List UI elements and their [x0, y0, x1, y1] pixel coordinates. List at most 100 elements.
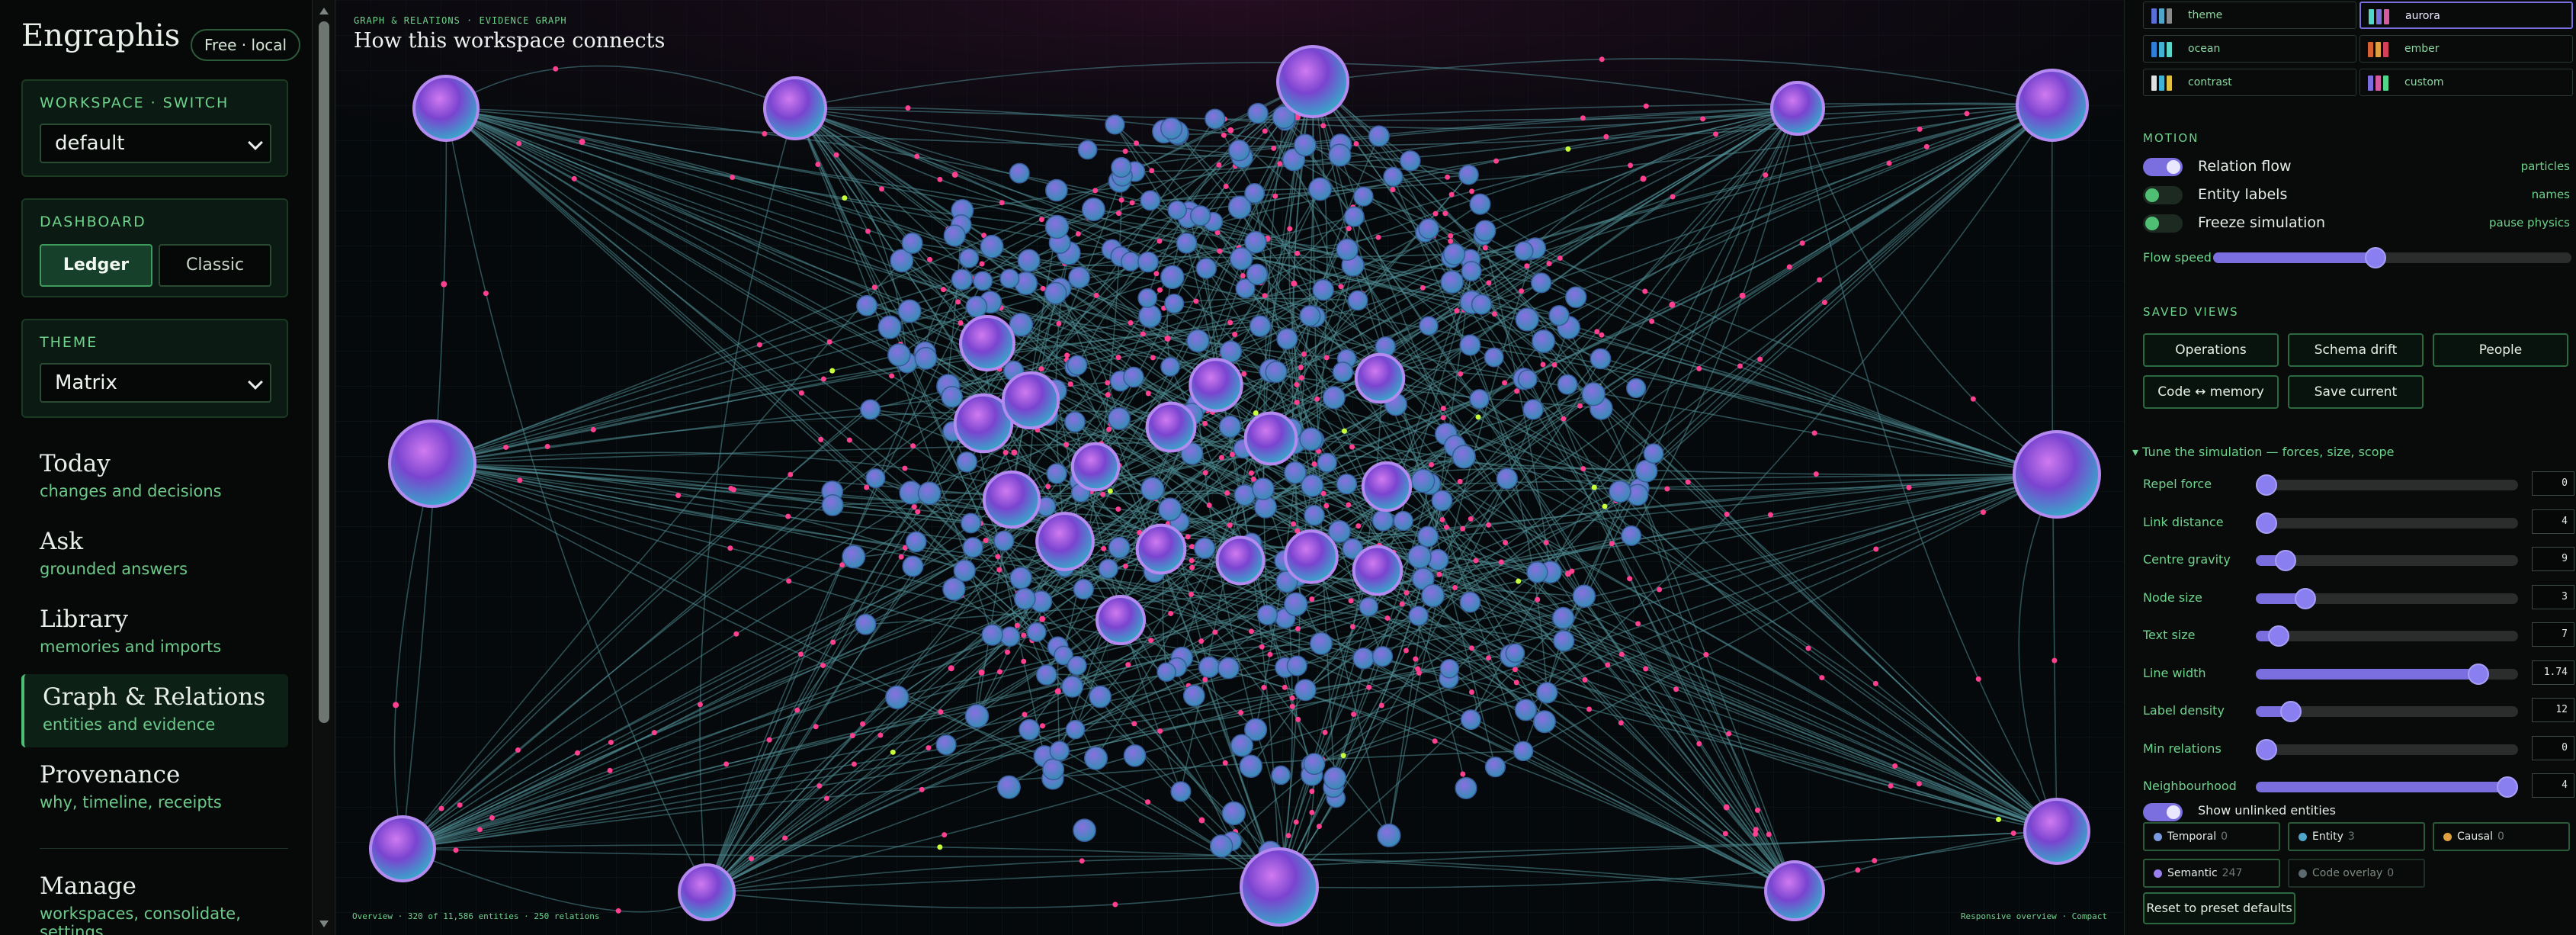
entity-node-large[interactable]	[982, 470, 1041, 529]
entity-node[interactable]	[1323, 766, 1347, 790]
text-size-handle[interactable]	[2268, 625, 2289, 647]
nav-library[interactable]: Library memories and imports	[21, 596, 288, 670]
hub-node[interactable]	[763, 76, 827, 140]
entity-node[interactable]	[973, 271, 993, 291]
entity-node[interactable]	[1239, 754, 1263, 779]
scroll-down-icon[interactable]	[319, 921, 329, 927]
entity-node[interactable]	[1343, 206, 1365, 227]
entity-node[interactable]	[1359, 596, 1379, 617]
palette-aurora[interactable]: aurora	[2359, 2, 2573, 29]
entity-node[interactable]	[1244, 183, 1266, 204]
entity-node[interactable]	[1073, 579, 1094, 600]
neighbourhood-handle[interactable]	[2497, 776, 2518, 798]
entity-node[interactable]	[1137, 251, 1159, 273]
entity-node[interactable]	[1458, 164, 1479, 185]
tune-simulation-toggle[interactable]: ▾ Tune the simulation — forces, size, sc…	[2132, 445, 2395, 459]
line-width-value-input[interactable]: 1.74	[2532, 660, 2574, 685]
entity-node[interactable]	[1474, 220, 1497, 242]
entity-node[interactable]	[1081, 198, 1105, 222]
entity-node[interactable]	[935, 734, 957, 756]
entity-node[interactable]	[1284, 592, 1308, 617]
entity-node[interactable]	[1123, 366, 1144, 388]
entity-node[interactable]	[1140, 477, 1165, 501]
entity-node-large[interactable]	[1001, 371, 1060, 430]
entity-node[interactable]	[993, 530, 1015, 551]
entity-node[interactable]	[1186, 329, 1210, 353]
entity-node[interactable]	[1301, 474, 1324, 497]
entity-node[interactable]	[1182, 684, 1205, 707]
entity-node[interactable]	[1067, 655, 1087, 676]
entity-node[interactable]	[1383, 166, 1403, 187]
entity-node[interactable]	[917, 481, 942, 506]
entity-node[interactable]	[1609, 480, 1631, 503]
show-unlinked-toggle[interactable]	[2143, 803, 2183, 821]
entity-node[interactable]	[1111, 156, 1132, 178]
entity-node[interactable]	[1336, 238, 1359, 262]
entity-node[interactable]	[1336, 473, 1358, 495]
entity-node[interactable]	[980, 234, 1004, 259]
entity-node[interactable]	[1310, 631, 1333, 655]
entity-node[interactable]	[1221, 801, 1246, 826]
entity-node[interactable]	[999, 268, 1020, 289]
hub-node[interactable]	[412, 75, 480, 142]
entity-node[interactable]	[1303, 753, 1326, 776]
entity-node[interactable]	[1013, 587, 1036, 610]
freeze-simulation-toggle[interactable]	[2143, 214, 2183, 233]
entity-node[interactable]	[1455, 776, 1477, 799]
entity-node[interactable]	[1328, 143, 1352, 167]
entity-node[interactable]	[1322, 386, 1346, 410]
entity-node[interactable]	[1230, 734, 1253, 757]
link-distance-slider[interactable]	[2256, 512, 2518, 534]
palette-custom[interactable]: custom	[2359, 69, 2573, 96]
label-density-value-input[interactable]: 12	[2532, 698, 2574, 722]
entity-node-large[interactable]	[1243, 411, 1298, 466]
entity-node[interactable]	[1531, 272, 1552, 294]
entity-node[interactable]	[1431, 490, 1453, 512]
label-density-handle[interactable]	[2280, 701, 2302, 722]
entity-node-large[interactable]	[1135, 523, 1187, 575]
hub-node[interactable]	[2016, 69, 2089, 142]
entity-node[interactable]	[1026, 622, 1047, 642]
entity-node[interactable]	[865, 468, 886, 489]
neighbourhood-value-input[interactable]: 4	[2532, 773, 2574, 798]
entity-node[interactable]	[1565, 286, 1587, 308]
entity-node[interactable]	[1513, 741, 1534, 762]
hub-node[interactable]	[2013, 430, 2101, 519]
entity-node[interactable]	[1299, 427, 1323, 451]
entity-node-large[interactable]	[1189, 358, 1243, 413]
view-operations-button[interactable]: Operations	[2143, 333, 2279, 367]
relation-flow-toggle[interactable]	[2143, 158, 2183, 176]
entity-node[interactable]	[1049, 741, 1070, 761]
entity-node[interactable]	[902, 555, 924, 577]
view-people-button[interactable]: People	[2433, 333, 2568, 367]
entity-node[interactable]	[1469, 389, 1490, 410]
entity-node[interactable]	[1484, 347, 1504, 368]
entity-node[interactable]	[1522, 399, 1544, 420]
hub-node[interactable]	[369, 815, 436, 882]
entity-node[interactable]	[856, 294, 878, 316]
entity-node[interactable]	[941, 385, 963, 408]
entity-node[interactable]	[1408, 606, 1429, 626]
entity-node[interactable]	[1515, 307, 1539, 332]
entity-node-large[interactable]	[1284, 529, 1339, 584]
entity-node[interactable]	[1469, 193, 1491, 215]
entity-node[interactable]	[1304, 504, 1325, 526]
entity-node-large[interactable]	[1354, 352, 1406, 404]
entity-node[interactable]	[1137, 288, 1158, 308]
hub-node[interactable]	[1276, 45, 1349, 118]
entity-node[interactable]	[1017, 249, 1041, 272]
entity-node[interactable]	[1484, 756, 1506, 778]
nav-manage[interactable]: Manage workspaces, consolidate, settings	[21, 863, 288, 935]
entity-node[interactable]	[1098, 558, 1118, 579]
entity-node[interactable]	[1046, 463, 1067, 484]
relation-type-semantic[interactable]: Semantic 247	[2143, 859, 2280, 888]
entity-node-large[interactable]	[1070, 442, 1121, 492]
palette-contrast[interactable]: contrast	[2143, 69, 2356, 96]
entity-node[interactable]	[1195, 258, 1217, 279]
entity-node[interactable]	[1400, 150, 1421, 172]
line-width-handle[interactable]	[2468, 663, 2489, 685]
workspace-select[interactable]: default	[40, 124, 271, 163]
view-schema-drift-button[interactable]: Schema drift	[2288, 333, 2424, 367]
theme-select[interactable]: Matrix	[40, 363, 271, 403]
entity-node[interactable]	[1065, 719, 1086, 740]
